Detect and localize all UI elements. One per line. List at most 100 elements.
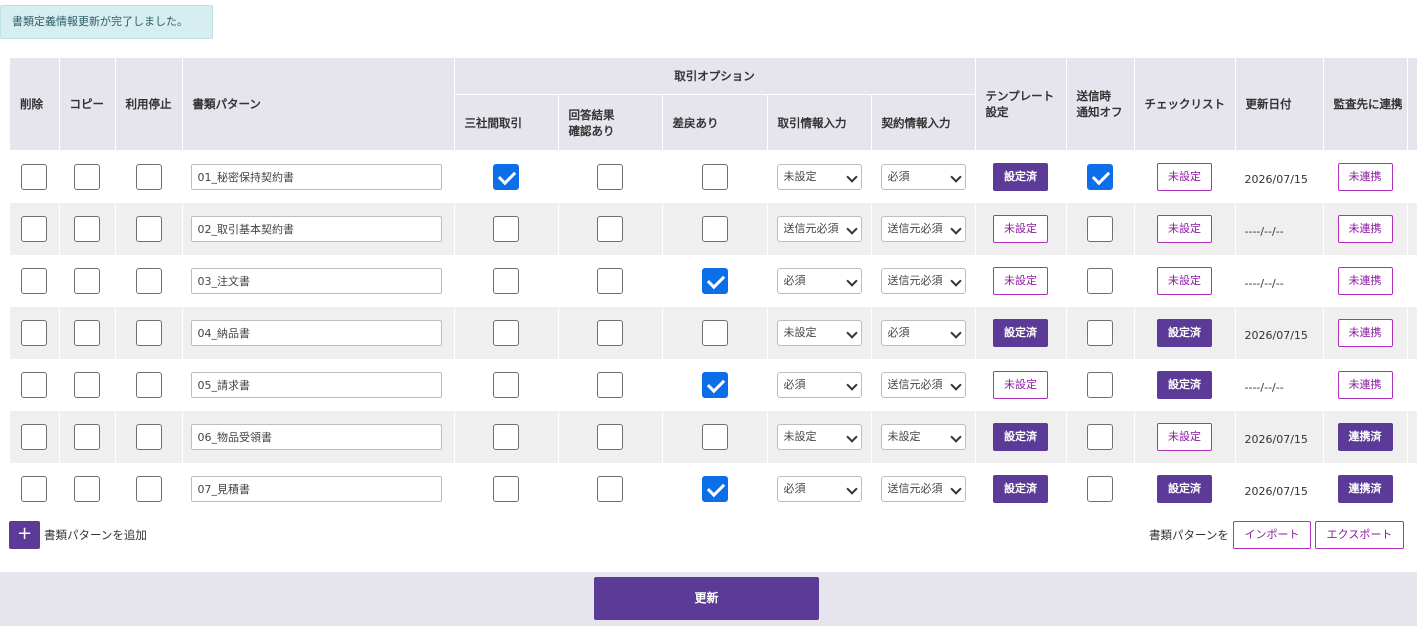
answer-check-checkbox[interactable] <box>597 476 623 502</box>
update-button[interactable]: 更新 <box>594 577 819 620</box>
sendback-checkbox[interactable] <box>701 268 728 294</box>
pattern-name-input[interactable] <box>190 424 442 450</box>
suspend-checkbox[interactable] <box>135 476 162 502</box>
answer-check-checkbox[interactable] <box>597 372 623 398</box>
deal-input-select[interactable]: 必須 <box>776 476 862 502</box>
three-party-checkbox[interactable] <box>493 320 519 346</box>
delete-checkbox[interactable] <box>21 424 48 450</box>
delete-checkbox[interactable] <box>21 216 48 242</box>
contract-input-select[interactable]: 必須 <box>880 164 966 190</box>
suspend-checkbox[interactable] <box>135 320 162 346</box>
template-button[interactable]: 設定済 <box>993 163 1049 191</box>
select-value: 必須 <box>783 378 806 391</box>
pattern-name-input[interactable] <box>190 216 442 242</box>
deal-input-select[interactable]: 送信元必須 <box>776 216 862 242</box>
export-button[interactable]: エクスポート <box>1315 521 1404 549</box>
delete-checkbox[interactable] <box>21 164 48 190</box>
three-party-checkbox[interactable] <box>493 476 519 502</box>
contract-input-select[interactable]: 送信元必須 <box>880 476 966 502</box>
add-pattern-button[interactable]: + <box>9 521 40 549</box>
copy-checkbox[interactable] <box>74 424 100 450</box>
checklist-button[interactable]: 設定済 <box>1157 319 1213 347</box>
pattern-name-input[interactable] <box>190 320 442 346</box>
template-button[interactable]: 設定済 <box>993 475 1049 503</box>
template-button[interactable]: 未設定 <box>993 371 1049 399</box>
checklist-button[interactable]: 未設定 <box>1157 215 1213 243</box>
answer-check-checkbox[interactable] <box>597 164 623 190</box>
deal-input-select[interactable]: 必須 <box>776 372 862 398</box>
suspend-checkbox[interactable] <box>135 164 162 190</box>
sendback-checkbox[interactable] <box>701 424 728 450</box>
pattern-name-input[interactable] <box>190 476 442 502</box>
answer-check-checkbox[interactable] <box>597 216 623 242</box>
sendback-checkbox[interactable] <box>701 476 728 502</box>
notify-off-checkbox[interactable] <box>1087 372 1114 398</box>
suspend-checkbox[interactable] <box>135 424 162 450</box>
three-party-checkbox[interactable] <box>493 372 519 398</box>
notify-off-checkbox[interactable] <box>1087 320 1114 346</box>
audit-link-button[interactable]: 連携済 <box>1337 475 1393 503</box>
audit-link-button[interactable]: 連携済 <box>1337 423 1393 451</box>
checklist-button[interactable]: 未設定 <box>1157 267 1213 295</box>
suspend-checkbox[interactable] <box>135 372 162 398</box>
audit-link-button[interactable]: 未連携 <box>1337 215 1393 243</box>
deal-input-select[interactable]: 未設定 <box>776 164 862 190</box>
col-suspend: 利用停止 <box>115 58 183 151</box>
suspend-checkbox[interactable] <box>135 268 162 294</box>
contract-input-select[interactable]: 送信元必須 <box>880 268 966 294</box>
table-row: 未設定 必須 設定済 設定済 2026/07/15 未連携 <box>10 307 1417 359</box>
three-party-checkbox[interactable] <box>493 164 519 190</box>
pattern-name-input[interactable] <box>190 164 442 190</box>
audit-link-button[interactable]: 未連携 <box>1337 319 1393 347</box>
contract-input-select[interactable]: 必須 <box>880 320 966 346</box>
copy-checkbox[interactable] <box>74 476 100 502</box>
deal-input-select[interactable]: 未設定 <box>776 424 862 450</box>
sendback-checkbox[interactable] <box>701 164 728 190</box>
deal-input-select[interactable]: 未設定 <box>776 320 862 346</box>
checklist-button[interactable]: 設定済 <box>1157 371 1213 399</box>
sendback-checkbox[interactable] <box>701 372 728 398</box>
copy-checkbox[interactable] <box>74 320 100 346</box>
sendback-checkbox[interactable] <box>701 216 728 242</box>
sendback-checkbox[interactable] <box>701 320 728 346</box>
suspend-checkbox[interactable] <box>135 216 162 242</box>
delete-checkbox[interactable] <box>21 476 48 502</box>
chevron-down-icon <box>845 171 858 183</box>
contract-input-select[interactable]: 未設定 <box>880 424 966 450</box>
copy-checkbox[interactable] <box>74 372 100 398</box>
contract-input-select[interactable]: 送信元必須 <box>880 372 966 398</box>
notify-off-checkbox[interactable] <box>1087 268 1114 294</box>
three-party-checkbox[interactable] <box>493 268 519 294</box>
copy-checkbox[interactable] <box>74 216 100 242</box>
three-party-checkbox[interactable] <box>493 424 519 450</box>
deal-input-select[interactable]: 必須 <box>776 268 862 294</box>
copy-checkbox[interactable] <box>74 164 100 190</box>
template-button[interactable]: 設定済 <box>993 319 1049 347</box>
notify-off-checkbox[interactable] <box>1087 424 1114 450</box>
notify-off-checkbox[interactable] <box>1087 216 1114 242</box>
template-button[interactable]: 設定済 <box>993 423 1049 451</box>
delete-checkbox[interactable] <box>21 320 48 346</box>
copy-checkbox[interactable] <box>74 268 100 294</box>
pattern-name-input[interactable] <box>190 268 442 294</box>
template-button[interactable]: 未設定 <box>993 215 1049 243</box>
table-row: 必須 送信元必須 設定済 設定済 2026/07/15 連携済 <box>10 463 1417 515</box>
checklist-button[interactable]: 未設定 <box>1157 163 1213 191</box>
answer-check-checkbox[interactable] <box>597 320 623 346</box>
template-button[interactable]: 未設定 <box>993 267 1049 295</box>
answer-check-checkbox[interactable] <box>597 424 623 450</box>
contract-input-select[interactable]: 送信元必須 <box>880 216 966 242</box>
audit-link-button[interactable]: 未連携 <box>1337 371 1393 399</box>
audit-link-button[interactable]: 未連携 <box>1337 163 1393 191</box>
delete-checkbox[interactable] <box>21 268 48 294</box>
notify-off-checkbox[interactable] <box>1087 476 1114 502</box>
pattern-name-input[interactable] <box>190 372 442 398</box>
audit-link-button[interactable]: 未連携 <box>1337 267 1393 295</box>
checklist-button[interactable]: 設定済 <box>1157 475 1213 503</box>
three-party-checkbox[interactable] <box>493 216 519 242</box>
notify-off-checkbox[interactable] <box>1087 164 1114 190</box>
import-button[interactable]: インポート <box>1233 521 1311 549</box>
answer-check-checkbox[interactable] <box>597 268 623 294</box>
delete-checkbox[interactable] <box>21 372 48 398</box>
checklist-button[interactable]: 未設定 <box>1157 423 1213 451</box>
